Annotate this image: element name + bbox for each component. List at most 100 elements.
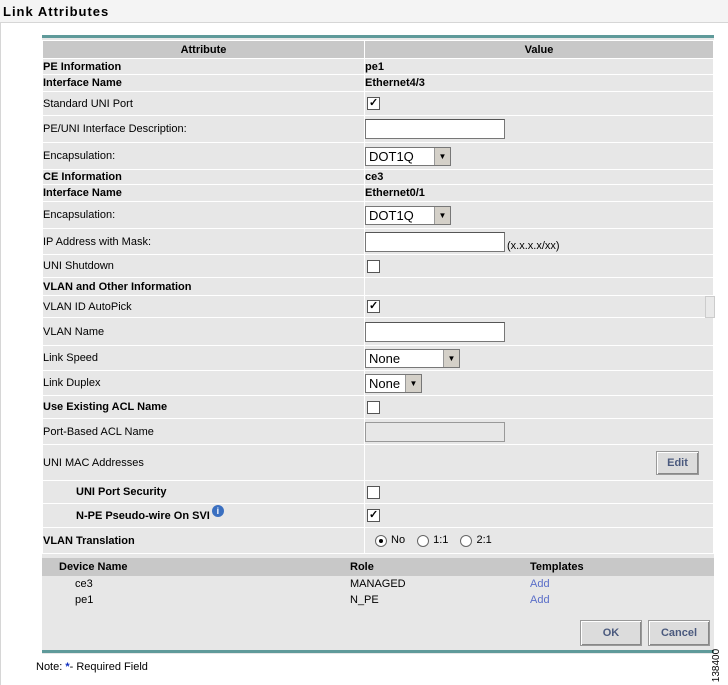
device-role: MANAGED bbox=[350, 578, 406, 590]
add-template-link[interactable]: Add bbox=[530, 594, 550, 606]
ip-address-input[interactable] bbox=[365, 231, 505, 252]
cancel-button[interactable]: Cancel bbox=[648, 620, 710, 646]
ce-interface-name-label: Interface Name bbox=[42, 184, 365, 202]
top-rule bbox=[42, 35, 714, 38]
attribute-table: Attribute Value PE Information pe1 Inter… bbox=[42, 40, 714, 554]
use-existing-acl-checkbox[interactable] bbox=[367, 400, 380, 414]
ce-interface-name-value: Ethernet0/1 bbox=[364, 184, 714, 202]
pe-interface-name-value: Ethernet4/3 bbox=[364, 74, 714, 92]
link-duplex-value: None bbox=[369, 375, 401, 391]
vlan-autopick-label: VLAN ID AutoPick bbox=[42, 295, 365, 318]
required-field-note: Note: *- Required Field bbox=[36, 661, 148, 673]
table-row: pe1 N_PE Add bbox=[42, 592, 714, 608]
row-vlan-translation: VLAN Translation No 1:1 2:1 bbox=[42, 527, 714, 554]
pe-encapsulation-value: DOT1Q bbox=[369, 148, 414, 164]
pe-encapsulation-select[interactable]: DOT1Q ▼ bbox=[365, 146, 451, 166]
row-vlan-name: VLAN Name bbox=[42, 317, 714, 346]
column-header-role: Role bbox=[333, 558, 513, 576]
column-header-templates: Templates bbox=[513, 558, 714, 576]
pe-interface-name-label: Interface Name bbox=[42, 74, 365, 92]
vlan-translation-radio-1-1[interactable] bbox=[417, 534, 430, 547]
vlan-name-input[interactable] bbox=[365, 321, 505, 342]
link-duplex-select[interactable]: None ▼ bbox=[365, 373, 422, 393]
note-prefix: Note: bbox=[36, 661, 66, 673]
row-vlan-information: VLAN and Other Information bbox=[42, 277, 714, 296]
use-existing-acl-label: Use Existing ACL Name bbox=[42, 395, 365, 419]
uni-mac-addresses-label: UNI MAC Addresses bbox=[42, 444, 365, 481]
radio-label-1-1: 1:1 bbox=[433, 534, 449, 547]
row-ce-information: CE Information ce3 bbox=[42, 169, 714, 185]
pseudo-wire-label: N-PE Pseudo-wire On SVI bbox=[76, 509, 210, 522]
chevron-down-icon: ▼ bbox=[405, 374, 421, 392]
row-pseudo-wire: N-PE Pseudo-wire On SVI i bbox=[42, 503, 714, 528]
uni-port-security-checkbox[interactable] bbox=[367, 485, 380, 499]
figure-number: 138400 bbox=[711, 648, 725, 684]
port-acl-name-input[interactable] bbox=[365, 421, 505, 442]
row-standard-uni-port: Standard UNI Port bbox=[42, 91, 714, 116]
chevron-down-icon: ▼ bbox=[443, 349, 459, 367]
row-pe-interface-name: Interface Name Ethernet4/3 bbox=[42, 74, 714, 92]
link-attributes-panel: Attribute Value PE Information pe1 Inter… bbox=[42, 35, 714, 654]
device-table: Device Name Role Templates ce3 MANAGED A… bbox=[42, 558, 714, 608]
note-text: - Required Field bbox=[69, 661, 148, 673]
pseudo-wire-checkbox[interactable] bbox=[367, 508, 380, 522]
ce-value: ce3 bbox=[364, 169, 714, 185]
row-ce-interface-name: Interface Name Ethernet0/1 bbox=[42, 184, 714, 202]
vlan-translation-radio-2-1[interactable] bbox=[460, 534, 473, 547]
device-name: pe1 bbox=[75, 594, 94, 606]
row-ip-address: IP Address with Mask: (x.x.x.x/xx) bbox=[42, 228, 714, 255]
vlan-translation-radio-no[interactable] bbox=[375, 534, 387, 547]
ce-section-label: CE Information bbox=[42, 169, 365, 185]
device-role: N_PE bbox=[350, 594, 379, 606]
row-pe-description: PE/UNI Interface Description: bbox=[42, 115, 714, 143]
uni-shutdown-label: UNI Shutdown bbox=[42, 254, 365, 278]
vlan-section-label: VLAN and Other Information bbox=[42, 277, 365, 296]
link-speed-label: Link Speed bbox=[42, 345, 365, 371]
row-uni-port-security: UNI Port Security bbox=[42, 480, 714, 504]
standard-uni-port-label: Standard UNI Port bbox=[42, 91, 365, 116]
left-border bbox=[0, 23, 1, 685]
chevron-down-icon: ▼ bbox=[434, 206, 450, 224]
column-header-device-name: Device Name bbox=[42, 558, 333, 576]
radio-label-no: No bbox=[391, 534, 406, 547]
device-name: ce3 bbox=[75, 578, 93, 590]
title-bar: Link Attributes bbox=[0, 0, 728, 23]
row-use-existing-acl: Use Existing ACL Name bbox=[42, 395, 714, 419]
pe-description-input[interactable] bbox=[365, 119, 505, 139]
row-ce-encapsulation: Encapsulation: DOT1Q ▼ bbox=[42, 201, 714, 229]
column-header-attribute: Attribute bbox=[42, 40, 365, 59]
info-icon[interactable]: i bbox=[211, 504, 224, 517]
radio-label-2-1: 2:1 bbox=[476, 534, 492, 547]
chevron-down-icon: ▼ bbox=[434, 147, 450, 165]
bottom-rule bbox=[42, 650, 714, 653]
pe-encapsulation-label: Encapsulation: bbox=[42, 142, 365, 170]
ce-encapsulation-value: DOT1Q bbox=[369, 207, 414, 223]
row-link-speed: Link Speed None ▼ bbox=[42, 345, 714, 371]
ok-button[interactable]: OK bbox=[580, 620, 642, 646]
ce-encapsulation-label: Encapsulation: bbox=[42, 201, 365, 229]
vlan-name-label: VLAN Name bbox=[42, 317, 365, 346]
row-vlan-autopick: VLAN ID AutoPick bbox=[42, 295, 714, 318]
page-title: Link Attributes bbox=[3, 4, 110, 19]
link-duplex-label: Link Duplex bbox=[42, 370, 365, 396]
figure-number-text: 138400 bbox=[711, 648, 723, 683]
column-header-value: Value bbox=[364, 40, 714, 59]
row-uni-shutdown: UNI Shutdown bbox=[42, 254, 714, 278]
row-uni-mac-addresses: UNI MAC Addresses Edit bbox=[42, 444, 714, 481]
row-pe-encapsulation: Encapsulation: DOT1Q ▼ bbox=[42, 142, 714, 170]
ip-address-label: IP Address with Mask: bbox=[42, 228, 365, 255]
standard-uni-port-checkbox[interactable] bbox=[367, 96, 380, 110]
table-row: ce3 MANAGED Add bbox=[42, 576, 714, 592]
vlan-translation-label: VLAN Translation bbox=[42, 527, 365, 554]
pe-section-label: PE Information bbox=[42, 58, 365, 75]
scrollbar-thumb[interactable] bbox=[705, 296, 715, 318]
link-speed-select[interactable]: None ▼ bbox=[365, 348, 460, 368]
edit-button[interactable]: Edit bbox=[656, 450, 699, 475]
ce-encapsulation-select[interactable]: DOT1Q ▼ bbox=[365, 205, 451, 225]
port-acl-name-label: Port-Based ACL Name bbox=[42, 418, 365, 445]
pe-value: pe1 bbox=[364, 58, 714, 75]
uni-shutdown-checkbox[interactable] bbox=[367, 259, 380, 273]
add-template-link[interactable]: Add bbox=[530, 578, 550, 590]
row-link-duplex: Link Duplex None ▼ bbox=[42, 370, 714, 396]
vlan-autopick-checkbox[interactable] bbox=[367, 299, 380, 313]
